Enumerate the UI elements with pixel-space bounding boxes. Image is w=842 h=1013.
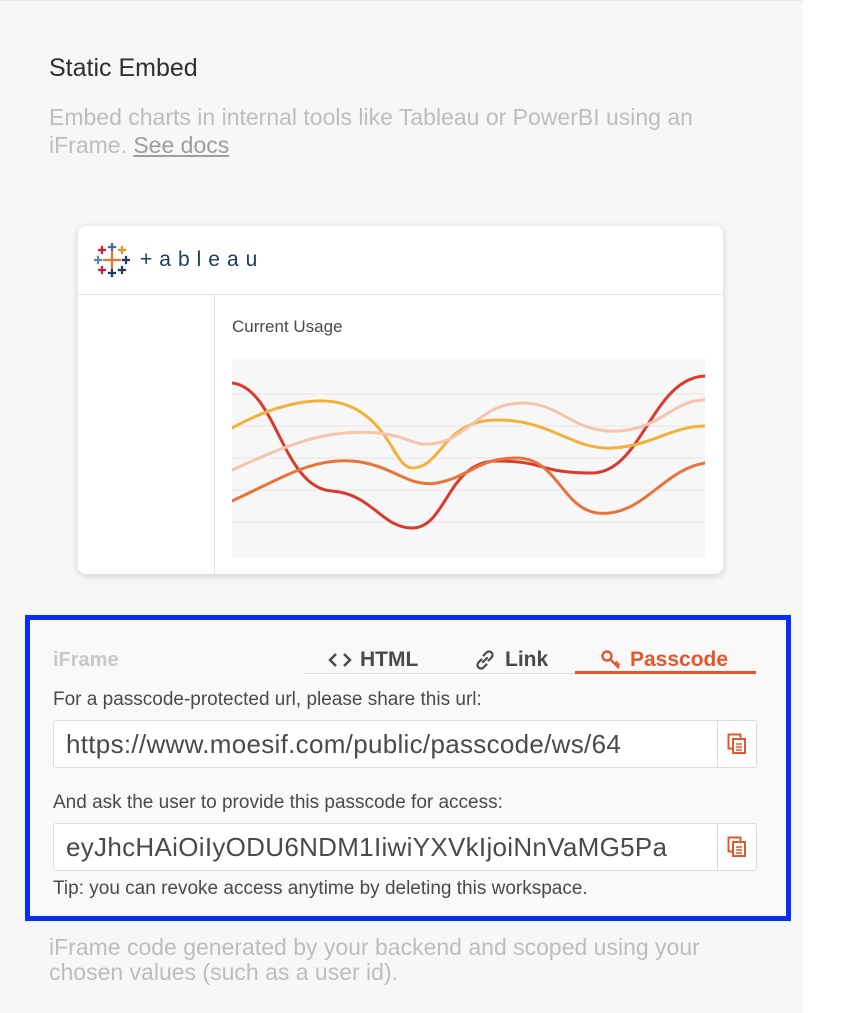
code-icon	[328, 653, 352, 667]
section-title: Static Embed	[49, 54, 198, 82]
copy-icon	[727, 733, 746, 754]
passcode-url-field	[53, 720, 757, 768]
see-docs-link[interactable]: See docs	[133, 132, 229, 158]
active-tab-indicator	[575, 671, 756, 674]
passcode-input[interactable]	[54, 824, 704, 870]
tab-link-label: Link	[505, 648, 549, 671]
passcode-hint: And ask the user to provide this passcod…	[53, 792, 503, 813]
preview-sidebar	[78, 295, 215, 574]
copy-icon	[727, 836, 746, 857]
static-embed-panel: Static Embed Embed charts in internal to…	[0, 0, 803, 1013]
footer-description: iFrame code generated by your backend an…	[49, 934, 700, 985]
iframe-label: iFrame	[53, 649, 119, 671]
revoke-tip: Tip: you can revoke access anytime by de…	[53, 878, 588, 899]
section-description: Embed charts in internal tools like Tabl…	[49, 103, 769, 159]
copy-url-button[interactable]	[717, 721, 756, 767]
tab-passcode-label: Passcode	[630, 648, 729, 671]
url-hint: For a passcode-protected url, please sha…	[53, 689, 482, 710]
embed-options-box: iFrame HTML Link Passcode For a passcode…	[25, 615, 791, 921]
tab-html[interactable]: HTML	[328, 646, 418, 674]
tab-html-label: HTML	[360, 648, 419, 671]
tableau-logo-icon	[94, 242, 130, 278]
tableau-preview-card: +ableau Current Usage	[78, 226, 723, 574]
tab-passcode[interactable]: Passcode	[600, 646, 728, 674]
tab-link[interactable]: Link	[473, 646, 548, 674]
passcode-field	[53, 823, 757, 871]
copy-passcode-button[interactable]	[717, 824, 756, 870]
passcode-url-input[interactable]	[54, 721, 704, 767]
chart-title: Current Usage	[232, 317, 343, 336]
preview-header: +ableau	[78, 226, 723, 295]
usage-chart	[232, 358, 705, 558]
tableau-wordmark: +ableau	[140, 248, 265, 271]
key-icon	[601, 650, 621, 669]
link-icon	[476, 650, 494, 670]
